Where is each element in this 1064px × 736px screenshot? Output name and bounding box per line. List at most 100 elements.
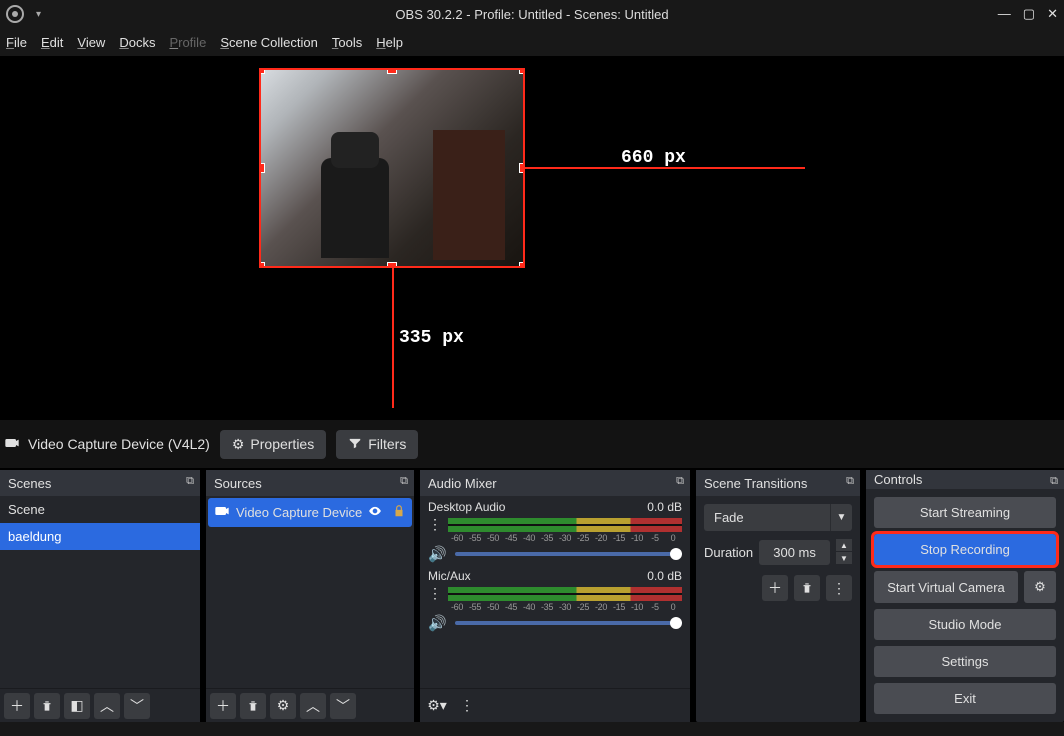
- webcam-content: [433, 130, 505, 260]
- start-streaming-button[interactable]: Start Streaming: [874, 497, 1056, 528]
- virtual-camera-settings-button[interactable]: ⚙: [1024, 571, 1056, 603]
- resize-handle[interactable]: [259, 68, 265, 74]
- filters-button[interactable]: Filters: [336, 430, 418, 459]
- lock-icon[interactable]: [392, 504, 406, 521]
- resize-handle[interactable]: [387, 68, 397, 74]
- settings-button[interactable]: Settings: [874, 646, 1056, 677]
- transition-value[interactable]: Fade: [704, 504, 830, 531]
- transitions-title: Scene Transitions: [704, 476, 807, 491]
- resize-handle[interactable]: [519, 68, 525, 74]
- popout-icon[interactable]: ⧉: [186, 475, 194, 488]
- controls-body: Start Streaming Stop Recording Start Vir…: [866, 489, 1064, 722]
- sources-title: Sources: [214, 476, 262, 491]
- popout-icon[interactable]: ⧉: [400, 475, 408, 488]
- remove-transition-button[interactable]: [794, 575, 820, 601]
- stop-recording-button[interactable]: Stop Recording: [874, 534, 1056, 565]
- popout-icon[interactable]: ⧉: [846, 475, 854, 488]
- mute-button[interactable]: 🔊: [428, 545, 447, 563]
- maximize-button[interactable]: ▢: [1023, 6, 1035, 22]
- menu-tools[interactable]: Tools: [332, 35, 362, 50]
- move-source-down-button[interactable]: ﹀: [330, 693, 356, 719]
- menu-help[interactable]: Help: [376, 35, 403, 50]
- width-label: 660 px: [621, 148, 686, 168]
- chevron-down-icon[interactable]: ▼: [830, 504, 852, 531]
- source-properties-button[interactable]: ⚙: [270, 693, 296, 719]
- move-source-up-button[interactable]: ︿: [300, 693, 326, 719]
- scene-item[interactable]: Scene: [0, 496, 200, 523]
- advanced-audio-button[interactable]: ⚙▾: [424, 693, 450, 719]
- menu-file[interactable]: File: [6, 35, 27, 50]
- transition-select[interactable]: Fade ▼: [704, 504, 852, 531]
- sources-header[interactable]: Sources ⧉: [206, 470, 414, 496]
- studio-mode-button[interactable]: Studio Mode: [874, 609, 1056, 640]
- obs-app-icon: [6, 5, 24, 23]
- exit-button[interactable]: Exit: [874, 683, 1056, 714]
- camera-icon: [214, 503, 230, 522]
- resize-handle[interactable]: [519, 262, 525, 268]
- remove-scene-button[interactable]: [34, 693, 60, 719]
- channel-menu-button[interactable]: ⋮: [428, 585, 442, 602]
- duration-label: Duration: [704, 545, 753, 560]
- menu-edit[interactable]: Edit: [41, 35, 63, 50]
- visibility-toggle-icon[interactable]: [368, 504, 382, 521]
- add-transition-button[interactable]: ＋: [762, 575, 788, 601]
- audio-title: Audio Mixer: [428, 476, 497, 491]
- remove-source-button[interactable]: [240, 693, 266, 719]
- source-toolbar: Video Capture Device (V4L2) ⚙ Properties…: [0, 420, 1064, 468]
- scene-item[interactable]: baeldung: [0, 523, 200, 550]
- sources-list[interactable]: Video Capture Device: [206, 496, 414, 688]
- menu-scene-collection[interactable]: Scene Collection: [220, 35, 318, 50]
- channel-menu-button[interactable]: ⋮: [428, 516, 442, 533]
- start-virtual-camera-button[interactable]: Start Virtual Camera: [874, 571, 1018, 603]
- controls-header[interactable]: Controls ⧉: [866, 470, 1064, 489]
- scenes-list[interactable]: Scene baeldung: [0, 496, 200, 688]
- add-source-button[interactable]: ＋: [210, 693, 236, 719]
- scenes-header[interactable]: Scenes ⧉: [0, 470, 200, 496]
- menu-docks[interactable]: Docks: [119, 35, 155, 50]
- slider-thumb[interactable]: [670, 548, 682, 560]
- properties-button[interactable]: ⚙ Properties: [220, 430, 326, 459]
- audio-body: Desktop Audio 0.0 dB ⋮ -60-55-50-45-40-3…: [420, 496, 690, 688]
- volume-slider[interactable]: [455, 621, 682, 625]
- channel-level: 0.0 dB: [647, 500, 682, 514]
- move-scene-up-button[interactable]: ︿: [94, 693, 120, 719]
- app-menu-chevron-icon[interactable]: ▾: [36, 9, 41, 20]
- close-button[interactable]: ✕: [1047, 6, 1058, 22]
- properties-label: Properties: [250, 436, 314, 452]
- transition-menu-button[interactable]: ⋮: [826, 575, 852, 601]
- guide-line-v: [392, 268, 394, 408]
- preview-area[interactable]: 660 px 335 px: [0, 56, 1064, 420]
- popout-icon[interactable]: ⧉: [1050, 475, 1058, 488]
- preview-canvas[interactable]: 660 px 335 px: [259, 68, 805, 408]
- audio-menu-button[interactable]: ⋮: [454, 693, 480, 719]
- sources-footer: ＋ ⚙ ︿ ﹀: [206, 688, 414, 722]
- audio-channel: Desktop Audio 0.0 dB ⋮ -60-55-50-45-40-3…: [420, 496, 690, 565]
- source-item[interactable]: Video Capture Device: [208, 498, 412, 527]
- minimize-button[interactable]: —: [998, 6, 1011, 22]
- spin-up[interactable]: ▲: [836, 539, 852, 551]
- resize-handle[interactable]: [259, 262, 265, 268]
- menu-profile[interactable]: Profile: [169, 35, 206, 50]
- scene-filters-button[interactable]: ◧: [64, 693, 90, 719]
- popout-icon[interactable]: ⧉: [676, 475, 684, 488]
- transitions-header[interactable]: Scene Transitions ⧉: [696, 470, 860, 496]
- move-scene-down-button[interactable]: ﹀: [124, 693, 150, 719]
- controls-panel: Controls ⧉ Start Streaming Stop Recordin…: [866, 470, 1064, 722]
- duration-spinner[interactable]: ▲ ▼: [836, 539, 852, 565]
- duration-input[interactable]: 300 ms: [759, 540, 830, 565]
- camera-icon: [4, 435, 20, 454]
- slider-thumb[interactable]: [670, 617, 682, 629]
- spin-down[interactable]: ▼: [836, 552, 852, 564]
- mute-button[interactable]: 🔊: [428, 614, 447, 632]
- volume-slider[interactable]: [455, 552, 682, 556]
- filters-icon: [348, 436, 362, 453]
- menu-view[interactable]: View: [77, 35, 105, 50]
- selected-source-bounds[interactable]: [259, 68, 525, 268]
- channel-name: Mic/Aux: [428, 569, 471, 583]
- add-scene-button[interactable]: ＋: [4, 693, 30, 719]
- audio-header[interactable]: Audio Mixer ⧉: [420, 470, 690, 496]
- resize-handle[interactable]: [259, 163, 265, 173]
- gear-icon: ⚙: [232, 436, 245, 453]
- dock-panels: Scenes ⧉ Scene baeldung ＋ ◧ ︿ ﹀ Sources …: [0, 468, 1064, 722]
- channel-level: 0.0 dB: [647, 569, 682, 583]
